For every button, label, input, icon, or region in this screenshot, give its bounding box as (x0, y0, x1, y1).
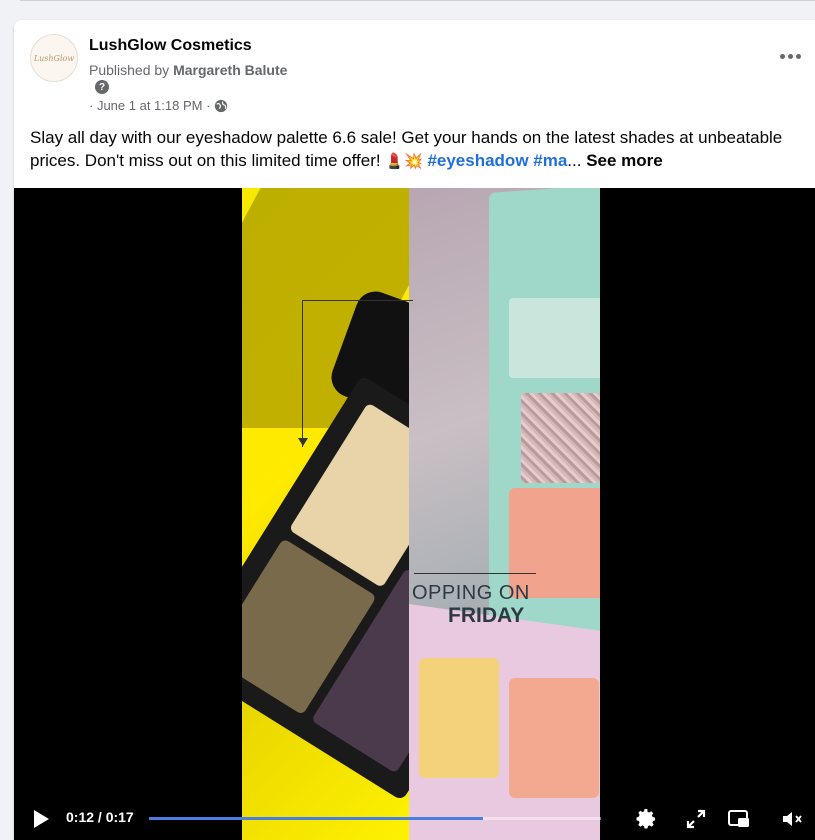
video-player[interactable]: OPPING ON FRIDAY 0:12 / 0:17 (14, 188, 815, 840)
post-caption: Slay all day with our eyeshadow palette … (30, 126, 815, 173)
promo-text-line2: FRIDAY (448, 604, 525, 627)
post-meta: · June 1 at 1:18 PM · (89, 98, 228, 113)
feed-top-divider (0, 0, 815, 10)
page-avatar[interactable]: LushGlow (30, 34, 78, 82)
page-name-link[interactable]: LushGlow Cosmetics (89, 37, 252, 55)
avatar-logo-text: LushGlow (33, 53, 75, 63)
publisher-link[interactable]: Margareth Balute (173, 62, 287, 78)
video-frame-left (242, 188, 409, 840)
video-time: 0:12 / 0:17 (66, 809, 134, 825)
video-overlay-bracket (302, 300, 413, 447)
promo-text-line1: OPPING ON (412, 582, 530, 604)
see-more-button[interactable]: See more (586, 151, 663, 170)
picture-in-picture-icon[interactable] (727, 807, 751, 831)
help-icon[interactable]: ? (95, 80, 109, 94)
published-prefix: Published by (89, 62, 174, 78)
settings-icon[interactable] (634, 807, 658, 831)
video-frame-right (409, 188, 600, 840)
fullscreen-icon[interactable] (684, 807, 708, 831)
published-by: Published by Margareth Balute (89, 62, 287, 78)
video-controls: 0:12 / 0:17 (14, 774, 815, 840)
caption-emoji: 💄💥 (385, 153, 423, 170)
caption-ellipsis: ... (567, 151, 582, 170)
post-timestamp[interactable]: · June 1 at 1:18 PM · (89, 98, 210, 113)
video-progress-bar[interactable] (149, 817, 601, 820)
video-progress-fill (149, 817, 484, 820)
play-icon[interactable] (34, 810, 49, 828)
mute-icon[interactable] (780, 807, 804, 831)
globe-icon[interactable] (214, 99, 228, 113)
more-icon[interactable] (776, 46, 804, 66)
post-card: LushGlow LushGlow Cosmetics Published by… (14, 20, 815, 840)
hashtag-link[interactable]: #eyeshadow #ma (427, 151, 567, 170)
promo-underline (414, 573, 536, 574)
video-overlay-arrow (298, 438, 308, 446)
